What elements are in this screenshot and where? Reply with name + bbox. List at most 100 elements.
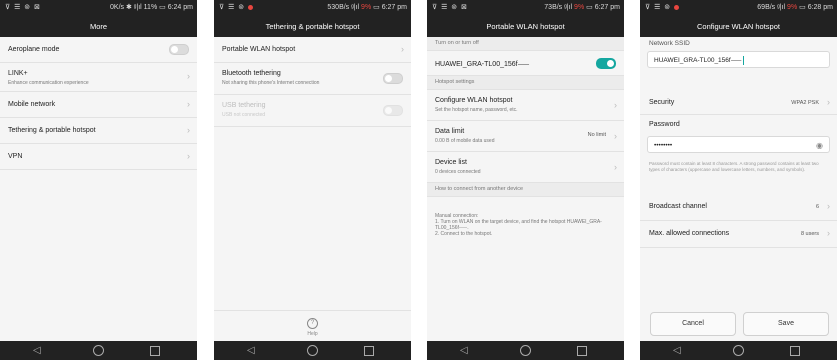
nav-bar: ◁ <box>427 341 624 360</box>
battery-percent: 9% <box>787 4 798 11</box>
eye-icon[interactable]: ◉ <box>816 137 823 154</box>
chevron-right-icon: › <box>401 44 404 54</box>
help-button[interactable]: ? Help <box>214 310 411 341</box>
page-title: Configure WLAN hotspot <box>640 16 837 37</box>
section-label: Hotspot settings <box>435 79 475 85</box>
battery-icon: ▭ <box>799 4 806 11</box>
page-title: Portable WLAN hotspot <box>427 16 624 37</box>
chevron-right-icon: › <box>614 162 617 172</box>
home-icon[interactable] <box>733 345 744 356</box>
status-right: 69B/s ᵍ|ıl 9% ▭ 6:28 pm <box>757 0 833 16</box>
status-right: 0K/s ✱ ᵍ|ıl 11% ▭ 6:24 pm <box>110 0 193 16</box>
recents-icon[interactable] <box>790 346 800 356</box>
recents-icon[interactable] <box>364 346 374 356</box>
broadcast-channel-row[interactable]: Broadcast channel 6 › <box>640 194 837 221</box>
chevron-right-icon: › <box>614 131 617 141</box>
configure-wlan-sub: Set the hotspot name, password, etc. <box>435 107 518 113</box>
status-left-icons: ⊽ ☰ ⊚ <box>219 4 246 11</box>
link-plus-row[interactable]: LINK+ Enhance communication experience › <box>0 63 197 92</box>
security-value: WPA2 PSK <box>791 100 819 106</box>
section-header-toggle: Turn on or turn off <box>427 37 624 51</box>
status-time: 6:24 pm <box>167 4 193 11</box>
page-title: More <box>0 16 197 37</box>
hotspot-toggle-row[interactable]: HUAWEI_GRA-TL00_156f⸺ <box>427 51 624 76</box>
back-icon[interactable]: ◁ <box>673 345 681 356</box>
save-button[interactable]: Save <box>743 312 829 336</box>
device-list-label: Device list <box>435 159 467 166</box>
data-limit-label: Data limit <box>435 128 465 135</box>
status-bar: ⊽ ☰ ⊚ 69B/s ᵍ|ıl 9% ▭ 6:28 pm <box>640 0 837 16</box>
cancel-button[interactable]: Cancel <box>650 312 736 336</box>
screen-more: ⊽ ☰ ⊚ ⊠ 0K/s ✱ ᵍ|ıl 11% ▭ 6:24 pm More A… <box>0 0 197 360</box>
configure-wlan-row[interactable]: Configure WLAN hotspot Set the hotspot n… <box>427 90 624 121</box>
home-icon[interactable] <box>307 345 318 356</box>
status-time: 6:28 pm <box>807 4 833 11</box>
security-row[interactable]: Security WPA2 PSK › <box>640 92 837 115</box>
portable-wlan-hotspot-row[interactable]: Portable WLAN hotspot › <box>214 37 411 63</box>
settings-list: Aeroplane mode LINK+ Enhance communicati… <box>0 37 197 341</box>
usb-tethering-label: USB tethering <box>222 102 266 109</box>
status-time: 6:27 pm <box>381 4 407 11</box>
link-plus-label: LINK+ <box>8 70 28 77</box>
chevron-right-icon: › <box>187 99 190 109</box>
password-value: •••••••• <box>654 142 673 149</box>
status-speed-signal: 530B/s ᵍ|ıl <box>327 4 360 11</box>
vpn-row[interactable]: VPN › <box>0 144 197 170</box>
link-plus-sub: Enhance communication experience <box>8 80 89 86</box>
home-icon[interactable] <box>93 345 104 356</box>
tethering-row[interactable]: Tethering & portable hotspot › <box>0 118 197 144</box>
bluetooth-tethering-row[interactable]: Bluetooth tethering Not sharing this pho… <box>214 63 411 95</box>
nav-bar: ◁ <box>0 341 197 360</box>
bluetooth-tethering-toggle[interactable] <box>383 73 403 84</box>
usb-tethering-toggle <box>383 105 403 116</box>
status-bar: ⊽ ☰ ⊚ ⊠ 73B/s ᵍ|ıl 9% ▭ 6:27 pm <box>427 0 624 16</box>
aeroplane-mode-label: Aeroplane mode <box>8 46 60 53</box>
data-limit-sub: 0.00 B of mobile data used <box>435 138 495 144</box>
nav-bar: ◁ <box>640 341 837 360</box>
password-label: Password <box>649 121 680 128</box>
broadcast-channel-value: 6 <box>815 204 819 210</box>
battery-percent: 9% <box>574 4 585 11</box>
page-title: Tethering & portable hotspot <box>214 16 411 37</box>
mobile-network-row[interactable]: Mobile network › <box>0 92 197 118</box>
data-limit-row[interactable]: Data limit 0.00 B of mobile data used No… <box>427 121 624 152</box>
section-header-connect: How to connect from another device <box>427 183 624 197</box>
settings-list: Portable WLAN hotspot › Bluetooth tether… <box>214 37 411 341</box>
chevron-right-icon: › <box>614 100 617 110</box>
help-icon: ? <box>307 318 318 329</box>
usb-tethering-sub: USB not connected <box>222 112 266 118</box>
status-notification-icons: ⊽ ☰ ⊚ <box>645 0 680 16</box>
recents-icon[interactable] <box>577 346 587 356</box>
status-bar: ⊽ ☰ ⊚ ⊠ 0K/s ✱ ᵍ|ıl 11% ▭ 6:24 pm <box>0 0 197 16</box>
mobile-network-label: Mobile network <box>8 101 56 108</box>
security-label: Security <box>649 99 675 106</box>
status-left-icons: ⊽ ☰ ⊚ <box>645 4 672 11</box>
hotspot-toggle[interactable] <box>596 58 616 69</box>
chevron-right-icon: › <box>827 228 830 238</box>
device-list-sub: 0 devices connected <box>435 169 481 175</box>
battery-icon: ▭ <box>586 4 593 11</box>
back-icon[interactable]: ◁ <box>460 345 468 356</box>
broadcast-channel-label: Broadcast channel <box>649 203 707 210</box>
max-connections-value: 8 users <box>800 231 819 237</box>
ssid-label: Network SSID <box>649 40 690 47</box>
password-input[interactable]: •••••••• ◉ <box>647 136 830 153</box>
status-time: 6:27 pm <box>594 4 620 11</box>
status-speed-signal: 0K/s ✱ ᵍ|ıl 11% <box>110 4 158 11</box>
text-cursor <box>742 55 744 65</box>
chevron-right-icon: › <box>187 151 190 161</box>
aeroplane-mode-toggle[interactable] <box>169 44 189 55</box>
back-icon[interactable]: ◁ <box>247 345 255 356</box>
ssid-input[interactable]: HUAWEI_GRA-TL00_156f⸺ <box>647 51 830 68</box>
battery-percent: 9% <box>361 4 372 11</box>
back-icon[interactable]: ◁ <box>33 345 41 356</box>
configure-form: Network SSID HUAWEI_GRA-TL00_156f⸺ Secur… <box>640 37 837 341</box>
max-connections-row[interactable]: Max. allowed connections 8 users › <box>640 221 837 248</box>
device-list-row[interactable]: Device list 0 devices connected › <box>427 152 624 183</box>
aeroplane-mode-row[interactable]: Aeroplane mode <box>0 37 197 63</box>
ssid-value: HUAWEI_GRA-TL00_156f⸺ <box>654 57 742 64</box>
recents-icon[interactable] <box>150 346 160 356</box>
max-connections-label: Max. allowed connections <box>649 230 730 237</box>
home-icon[interactable] <box>520 345 531 356</box>
status-speed-signal: 73B/s ᵍ|ıl <box>544 4 573 11</box>
